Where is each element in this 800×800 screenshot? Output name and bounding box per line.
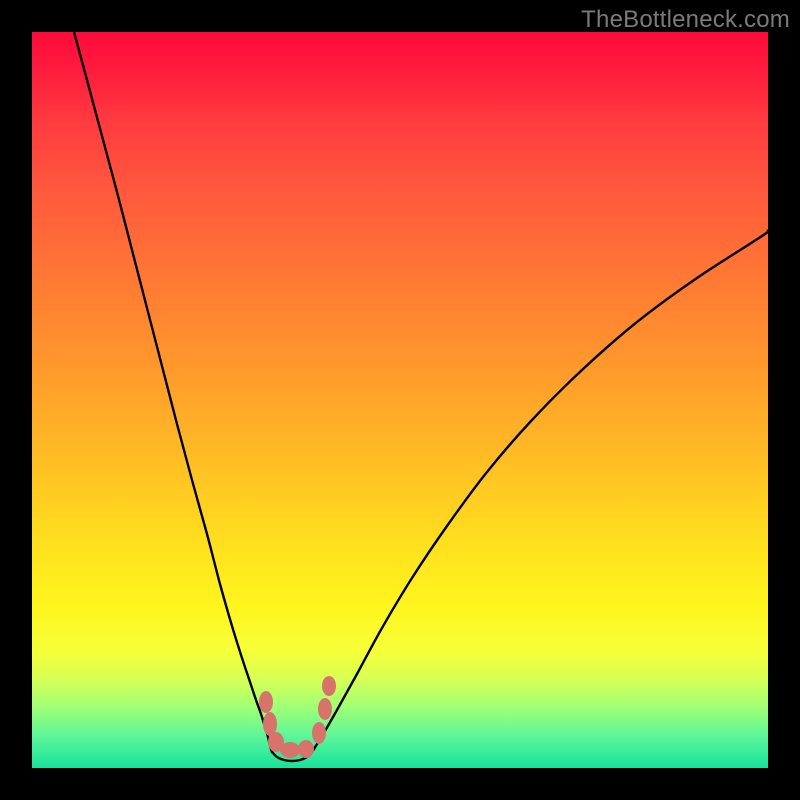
valley-marker [322,676,336,696]
valley-marker [259,691,273,713]
curve-path [74,32,768,761]
chart-frame: TheBottleneck.com [0,0,800,800]
watermark-text: TheBottleneck.com [581,6,790,34]
plot-area [32,32,768,768]
valley-marker [312,722,326,744]
valley-marker [280,742,300,758]
valley-marker [318,698,332,720]
valley-marker [298,740,314,758]
bottleneck-curve [32,32,768,768]
